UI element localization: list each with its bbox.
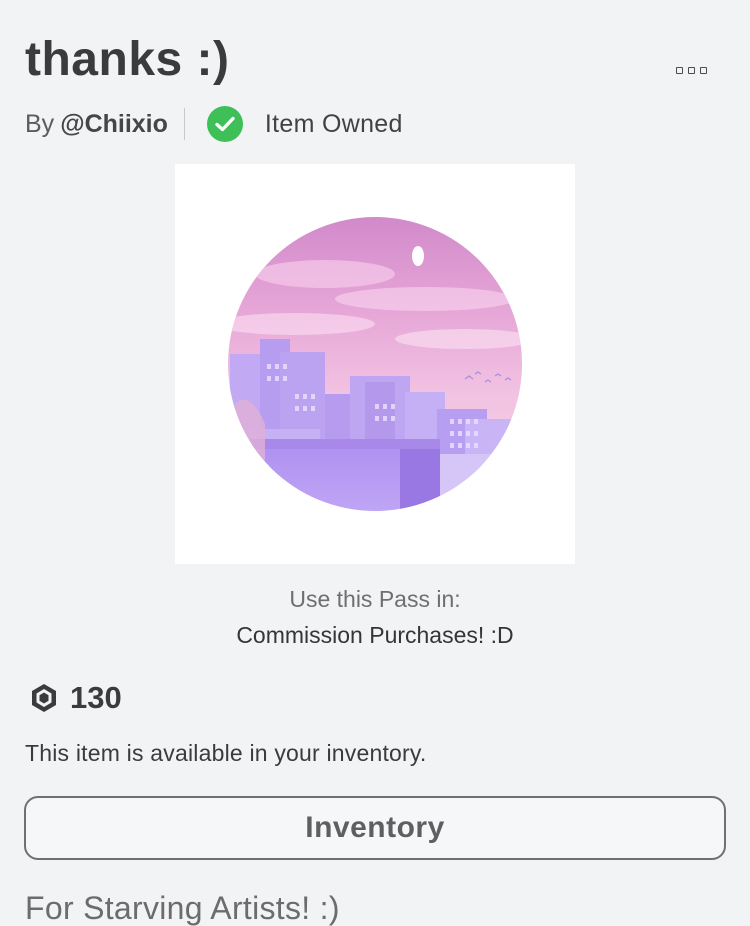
use-pass-label: Use this Pass in:	[289, 586, 461, 612]
byline: By @Chiixio Item Owned	[25, 103, 403, 145]
city-sunset-image	[228, 217, 522, 511]
byline-divider	[183, 108, 185, 140]
availability-text: This item is available in your inventory…	[25, 740, 427, 766]
more-options-icon-dot	[700, 66, 707, 74]
price-row: 130	[28, 678, 122, 718]
item-details-page: thanks :) By @Chiixio Item Owned Use thi…	[0, 0, 750, 926]
more-options-icon-dot	[688, 66, 695, 74]
item-thumbnail	[175, 164, 575, 564]
item-owned-label: Item Owned	[264, 109, 403, 138]
price-amount: 130	[70, 680, 122, 715]
robux-icon	[32, 684, 56, 712]
more-options-icon	[676, 66, 683, 74]
experience-link[interactable]: Commission Purchases! :D	[0, 622, 750, 649]
inventory-button[interactable]: Inventory	[24, 796, 726, 860]
more-options-button[interactable]	[676, 62, 716, 78]
by-label: By	[25, 109, 55, 138]
item-description: For Starving Artists! :)	[25, 890, 340, 926]
checkmark-icon	[206, 106, 243, 142]
item-title: thanks :)	[25, 33, 230, 86]
creator-link[interactable]: @Chiixio	[60, 110, 168, 139]
